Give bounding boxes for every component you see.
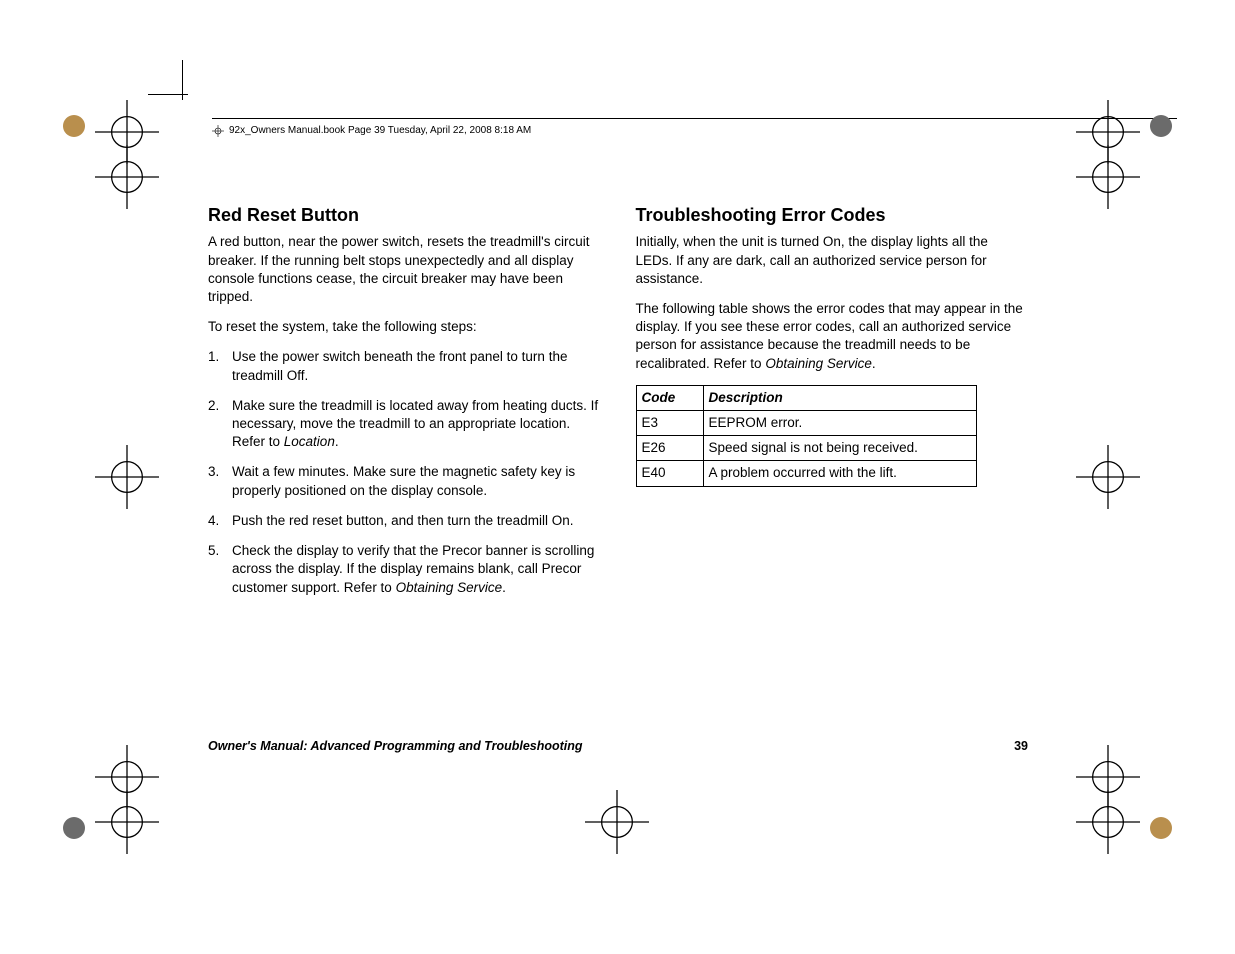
list-item: 1.Use the power switch beneath the front… <box>208 348 601 384</box>
table-row: Code Description <box>636 385 976 410</box>
list-item: 2.Make sure the treadmill is located awa… <box>208 397 601 452</box>
right-column: Troubleshooting Error Codes Initially, w… <box>636 203 1029 609</box>
footer: Owner's Manual: Advanced Programming and… <box>208 738 1028 755</box>
registration-mark-icon <box>95 445 159 509</box>
registration-mark-icon <box>1076 145 1140 209</box>
registration-mark-icon <box>1076 745 1140 809</box>
steps-list: 1.Use the power switch beneath the front… <box>208 348 601 596</box>
colordot-icon <box>63 817 85 839</box>
registration-mark-icon <box>1076 445 1140 509</box>
table-row: E3 EEPROM error. <box>636 411 976 436</box>
th-description: Description <box>703 385 976 410</box>
page-content: Red Reset Button A red button, near the … <box>208 203 1028 609</box>
error-codes-table: Code Description E3 EEPROM error. E26 Sp… <box>636 385 977 487</box>
page-number: 39 <box>1014 738 1028 755</box>
right-p2: The following table shows the error code… <box>636 300 1029 373</box>
header-text: 92x_Owners Manual.book Page 39 Tuesday, … <box>212 124 531 138</box>
left-p2: To reset the system, take the following … <box>208 318 601 336</box>
th-code: Code <box>636 385 703 410</box>
right-p1: Initially, when the unit is turned On, t… <box>636 233 1029 288</box>
colordot-icon <box>1150 817 1172 839</box>
colordot-icon <box>1150 115 1172 137</box>
table-row: E26 Speed signal is not being received. <box>636 436 976 461</box>
table-row: E40 A problem occurred with the lift. <box>636 461 976 486</box>
left-p1: A red button, near the power switch, res… <box>208 233 601 306</box>
registration-mark-icon <box>95 745 159 809</box>
colordot-icon <box>63 115 85 137</box>
registration-mark-icon <box>95 145 159 209</box>
footer-title: Owner's Manual: Advanced Programming and… <box>208 738 583 755</box>
header-rule <box>212 118 1177 119</box>
left-column: Red Reset Button A red button, near the … <box>208 203 601 609</box>
heading-troubleshooting: Troubleshooting Error Codes <box>636 203 1029 227</box>
list-item: 5.Check the display to verify that the P… <box>208 542 601 597</box>
registration-mark-icon <box>585 790 649 854</box>
header-label: 92x_Owners Manual.book Page 39 Tuesday, … <box>229 124 531 138</box>
list-item: 3.Wait a few minutes. Make sure the magn… <box>208 463 601 499</box>
list-item: 4.Push the red reset button, and then tu… <box>208 512 601 530</box>
heading-red-reset: Red Reset Button <box>208 203 601 227</box>
